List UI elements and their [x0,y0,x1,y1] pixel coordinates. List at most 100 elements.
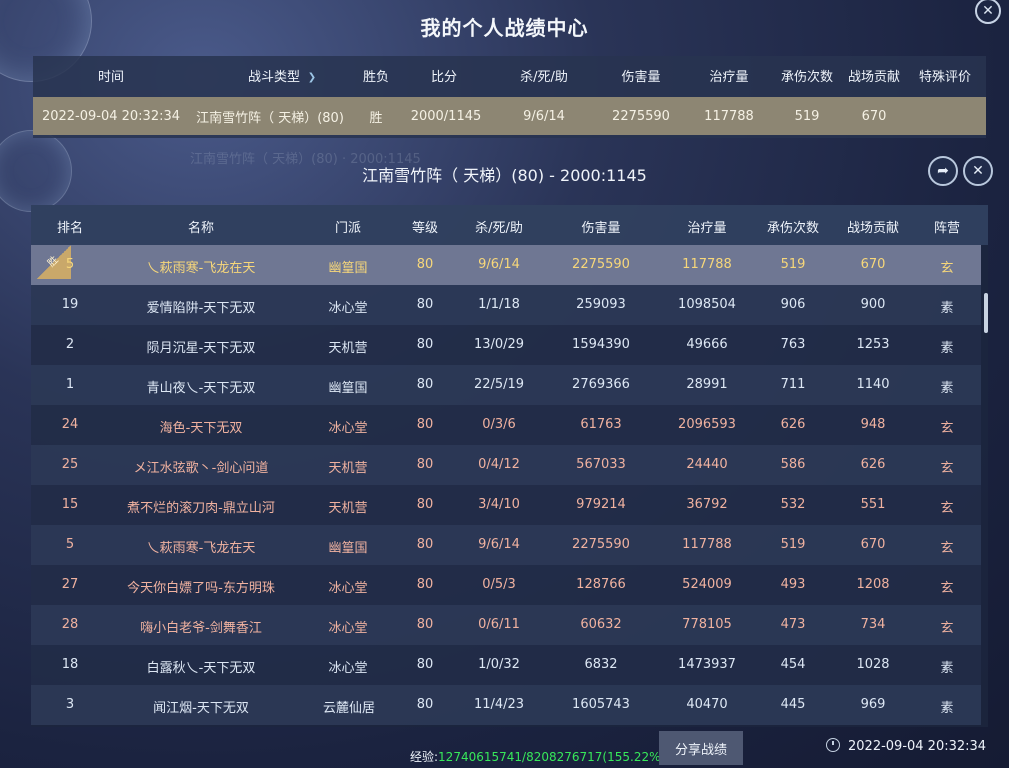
cell-level: 80 [416,297,434,312]
col-result: 胜负 [362,69,389,85]
cell-hits-taken: 711 [780,377,806,392]
cell-level: 80 [416,537,434,552]
cell-name: 乀萩雨寒-飞龙在天 [146,541,256,556]
cell-kda: 0/4/12 [478,457,520,472]
cell-damage: 6832 [584,657,618,672]
share-button[interactable]: ➦ [928,156,958,186]
cell-camp: 玄 [940,541,954,556]
row-type: 江南雪竹阵（ 天梯）(80) [196,110,344,126]
cell-heal: 40470 [686,697,728,712]
cell-level: 80 [416,257,434,272]
cell-hits-taken: 493 [780,577,806,592]
cell-contribution: 969 [860,697,886,712]
table-row[interactable]: 15 煮不烂的滚刀肉-鼎立山河 天机营 80 3/4/10 979214 36792 532 5… [31,485,981,525]
table-scrollbar[interactable] [984,293,988,333]
col-camp: 阵营 [933,221,960,236]
summary-panel: 时间 战斗类型 ❯ 胜负 比分 杀/死/助 伤害量 治疗量 承伤次数 战场贡献 特… [33,56,986,138]
cell-damage: 1594390 [572,337,630,352]
page-title: 我的个人战绩中心 [420,16,589,40]
cell-hits-taken: 473 [780,617,806,632]
table-row[interactable]: 18 白露秋乀-天下无双 冰心堂 80 1/0/32 6832 1473937 454 1028… [31,645,981,685]
table-row[interactable]: 1 青山夜乀-天下无双 幽篁国 80 22/5/19 2769366 28991 711 114… [31,365,981,405]
cell-damage: 979214 [576,497,626,512]
cell-damage: 60632 [580,617,622,632]
cell-name: 闻江烟-天下无双 [153,701,249,716]
cell-camp: 玄 [940,461,954,476]
table-header: 排名 名称 门派 等级 杀/死/助 伤害量 治疗量 承伤次数 战场贡献 阵营 [31,205,988,245]
cell-damage: 61763 [580,417,622,432]
col-contribution: 战场贡献 [846,221,899,236]
table-row[interactable]: 5 乀萩雨寒-飞龙在天 幽篁国 80 9/6/14 2275590 117788 519 670… [31,525,981,565]
table-row[interactable]: 2 陨月沉星-天下无双 天机营 80 13/0/29 1594390 49666 763 125… [31,325,981,365]
cell-camp: 玄 [940,261,954,276]
cell-hits-taken: 763 [780,337,806,352]
cell-contribution: 1253 [856,337,890,352]
col-damage: 伤害量 [581,221,621,236]
cell-camp: 素 [940,381,954,396]
cell-heal: 36792 [686,497,728,512]
cell-kda: 3/4/10 [478,497,520,512]
footer-time-text: 2022-09-04 20:32:34 [848,739,987,754]
cell-kda: 1/1/18 [478,297,520,312]
cell-level: 80 [416,337,434,352]
cell-kda: 1/0/32 [478,657,520,672]
table-row[interactable]: 28 嗨小白老爷-剑舞香江 冰心堂 80 0/6/11 60632 778105 473 734… [31,605,981,645]
cell-rank: 2 [65,337,75,352]
cell-contribution: 734 [860,617,886,632]
chevron-down-icon: ❯ [307,72,317,83]
col-damage: 伤害量 [621,69,661,85]
cell-sect: 幽篁国 [328,541,368,556]
cell-damage: 1605743 [572,697,630,712]
cell-rank: 25 [61,457,79,472]
cell-kda: 13/0/29 [473,337,525,352]
cell-contribution: 1028 [856,657,890,672]
cell-heal: 2096593 [678,417,736,432]
cell-camp: 素 [940,301,954,316]
cell-sect: 幽篁国 [328,261,368,276]
col-time: 时间 [97,69,124,85]
row-damage: 2275590 [612,108,670,124]
col-heal: 治疗量 [709,69,749,85]
cell-contribution: 948 [860,417,886,432]
row-hits-taken: 519 [794,108,820,124]
cell-heal: 1098504 [678,297,736,312]
cell-kda: 9/6/14 [478,537,520,552]
cell-camp: 玄 [940,581,954,596]
cell-level: 80 [416,497,434,512]
summary-row[interactable]: 2022-09-04 20:32:34 江南雪竹阵（ 天梯）(80) 胜 200… [33,97,986,135]
cell-camp: 素 [940,701,954,716]
table-row[interactable]: 3 闻江烟-天下无双 云麓仙居 80 11/4/23 1605743 40470 445 969… [31,685,981,725]
cell-heal: 1473937 [678,657,736,672]
row-result: 胜 [369,110,383,126]
clock-icon [826,738,840,752]
table-row[interactable]: 胜 5 乀萩雨寒-飞龙在天 幽篁国 80 9/6/14 2275590 117788 519 67… [31,245,981,285]
table-row[interactable]: 25 メ江水弦歌丶-剑心问道 天机营 80 0/4/12 567033 24440 586 62… [31,445,981,485]
cell-damage: 2769366 [572,377,630,392]
cell-heal: 117788 [682,257,732,272]
cell-sect: 冰心堂 [328,661,368,676]
cell-heal: 49666 [686,337,728,352]
cell-kda: 11/4/23 [473,697,525,712]
cell-damage: 567033 [576,457,626,472]
cell-rank: 1 [65,377,75,392]
table-row[interactable]: 24 海色-天下无双 冰心堂 80 0/3/6 61763 2096593 626 948 玄 [31,405,981,445]
cell-kda: 0/3/6 [482,417,516,432]
cell-heal: 778105 [682,617,732,632]
cell-sect: 幽篁国 [328,381,368,396]
cell-contribution: 900 [860,297,886,312]
cell-name: 海色-天下无双 [159,421,243,436]
table-row[interactable]: 19 爱情陷阱-天下无双 冰心堂 80 1/1/18 259093 1098504 906 90… [31,285,981,325]
col-contribution: 战场贡献 [847,69,900,85]
table-row[interactable]: 27 今天你白嫖了吗-东方明珠 冰心堂 80 0/5/3 128766 524009 493 1… [31,565,981,605]
row-heal: 117788 [704,108,754,124]
col-battle-type[interactable]: 战斗类型 ❯ [233,66,333,85]
share-record-button[interactable]: 分享战绩 [659,731,743,765]
match-close-button[interactable]: ✕ [963,156,993,186]
player-table: 排名 名称 门派 等级 杀/死/助 伤害量 治疗量 承伤次数 战场贡献 阵营 胜… [31,205,988,727]
cell-rank: 15 [61,497,79,512]
cell-contribution: 551 [860,497,886,512]
cell-damage: 259093 [576,297,626,312]
col-battle-type-label: 战斗类型 [247,69,300,85]
cell-contribution: 670 [860,257,886,272]
cell-camp: 玄 [940,421,954,436]
